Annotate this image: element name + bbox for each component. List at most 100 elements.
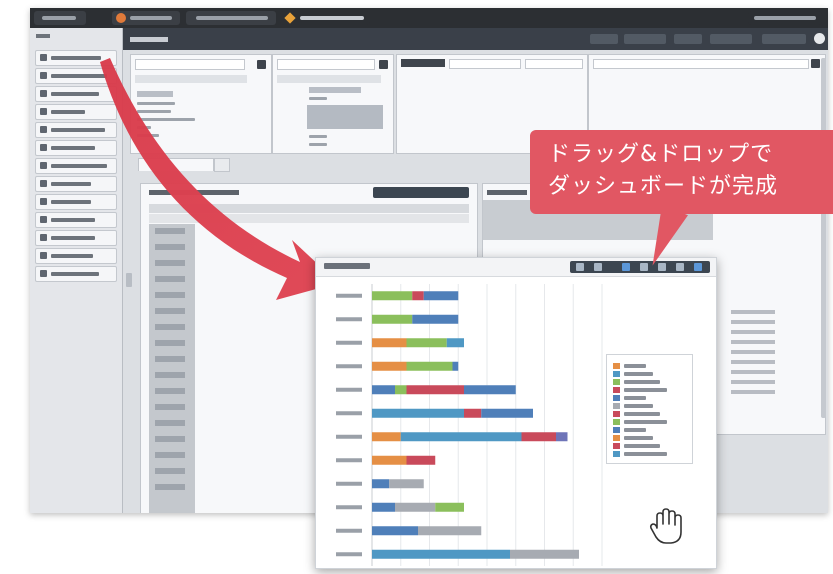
tab-dashboard-edit[interactable] xyxy=(280,11,370,25)
y-tick-label xyxy=(336,340,362,345)
bar-segment[interactable] xyxy=(556,432,568,442)
bar-segment[interactable] xyxy=(372,338,407,348)
value-search-input[interactable] xyxy=(277,59,375,70)
sidebar-item[interactable] xyxy=(35,266,117,282)
sheet-tab-active[interactable] xyxy=(138,158,214,171)
filter-a-label xyxy=(401,59,445,67)
bar-segment[interactable] xyxy=(406,385,465,395)
bar-segment[interactable] xyxy=(372,291,413,301)
field-list-item[interactable] xyxy=(137,91,173,97)
search-icon[interactable] xyxy=(257,60,266,69)
download-icon[interactable] xyxy=(594,263,602,271)
filter-a-dropdown[interactable] xyxy=(449,59,521,69)
chart-toolbar xyxy=(570,261,710,273)
side-legend-item xyxy=(731,320,775,324)
bar-segment[interactable] xyxy=(400,432,522,442)
save-button[interactable] xyxy=(590,34,618,44)
bar-segment[interactable] xyxy=(372,385,395,395)
sidebar-item[interactable] xyxy=(35,140,117,156)
sidebar-item[interactable] xyxy=(35,50,117,66)
close-icon[interactable] xyxy=(694,263,702,271)
bar-segment[interactable] xyxy=(406,338,447,348)
bar-segment[interactable] xyxy=(372,432,401,442)
bar-segment[interactable] xyxy=(446,338,464,348)
bar-segment[interactable] xyxy=(481,408,533,418)
bar-segment[interactable] xyxy=(412,314,459,324)
bar-segment[interactable] xyxy=(435,502,464,512)
table-toolbar[interactable] xyxy=(373,187,469,198)
sidebar-item[interactable] xyxy=(35,176,117,192)
info-icon[interactable] xyxy=(814,33,825,44)
value-list-header xyxy=(277,75,381,83)
bar-segment[interactable] xyxy=(423,291,459,301)
field-list-item[interactable] xyxy=(137,118,195,121)
bar-segment[interactable] xyxy=(372,408,464,418)
sidebar-item[interactable] xyxy=(35,212,117,228)
value-list-item[interactable] xyxy=(307,105,383,129)
bar-segment[interactable] xyxy=(372,361,407,371)
sort-icon[interactable] xyxy=(640,263,648,271)
value-list-item[interactable] xyxy=(309,97,327,100)
sidebar-item[interactable] xyxy=(35,68,117,84)
bar-segment[interactable] xyxy=(464,408,482,418)
field-list-item[interactable] xyxy=(137,110,171,113)
add-sheet-tab[interactable] xyxy=(214,158,230,172)
filter-icon[interactable] xyxy=(576,263,584,271)
legend-swatch xyxy=(613,403,620,409)
tab-data[interactable] xyxy=(112,11,180,25)
bar-segment[interactable] xyxy=(395,385,407,395)
link-icon xyxy=(40,252,47,259)
field-list-item[interactable] xyxy=(137,134,159,137)
bar-segment[interactable] xyxy=(452,361,459,371)
bar-segment[interactable] xyxy=(372,549,510,559)
bar-segment[interactable] xyxy=(389,479,424,489)
bar-segment[interactable] xyxy=(372,479,390,489)
bar-segment[interactable] xyxy=(510,549,579,559)
bar-segment[interactable] xyxy=(406,455,436,465)
settings-button[interactable] xyxy=(710,34,752,44)
value-list-item[interactable] xyxy=(309,135,327,138)
tab-data-sheet[interactable] xyxy=(186,11,276,25)
expand-icon[interactable] xyxy=(676,263,684,271)
sidebar-item[interactable] xyxy=(35,122,117,138)
bar-segment[interactable] xyxy=(372,455,407,465)
vertical-scrollbar[interactable] xyxy=(821,58,826,418)
sidebar-item[interactable] xyxy=(35,104,117,120)
sidebar-collapse-handle[interactable] xyxy=(126,273,132,287)
preview-button[interactable] xyxy=(624,34,666,44)
tab-home[interactable] xyxy=(34,11,86,25)
chart-title xyxy=(324,263,370,269)
bar-segment[interactable] xyxy=(412,291,424,301)
sidebar-item[interactable] xyxy=(35,158,117,174)
sidebar-item[interactable] xyxy=(35,194,117,210)
value-list-item[interactable] xyxy=(309,143,327,146)
clear-icon[interactable] xyxy=(811,59,820,68)
sidebar-item[interactable] xyxy=(35,86,117,102)
table-cell xyxy=(155,292,185,298)
share-button[interactable] xyxy=(674,34,702,44)
bar-segment[interactable] xyxy=(372,502,395,512)
filter-a-dropdown-2[interactable] xyxy=(525,59,583,69)
sidebar-item[interactable] xyxy=(35,248,117,264)
bar-segment[interactable] xyxy=(372,314,413,324)
bar-segment[interactable] xyxy=(464,385,516,395)
bar-segment[interactable] xyxy=(395,502,436,512)
bar-segment[interactable] xyxy=(521,432,557,442)
search-icon[interactable] xyxy=(379,60,388,69)
sidebar-item[interactable] xyxy=(35,230,117,246)
bar-segment[interactable] xyxy=(418,526,482,536)
legend-swatch xyxy=(613,387,620,393)
value-list-item[interactable] xyxy=(309,87,361,93)
user-menu[interactable] xyxy=(748,11,822,25)
field-list-item[interactable] xyxy=(137,126,151,129)
layout-button[interactable] xyxy=(762,34,806,44)
filter-b-input[interactable] xyxy=(593,59,809,69)
y-tick-label xyxy=(336,364,362,369)
legend-label xyxy=(624,372,653,376)
field-list-item[interactable] xyxy=(137,102,175,105)
bar-segment[interactable] xyxy=(372,526,418,536)
chart-type-icon[interactable] xyxy=(622,263,630,271)
field-search-input[interactable] xyxy=(135,59,245,70)
side-legend-item xyxy=(731,390,775,394)
bar-segment[interactable] xyxy=(406,361,453,371)
